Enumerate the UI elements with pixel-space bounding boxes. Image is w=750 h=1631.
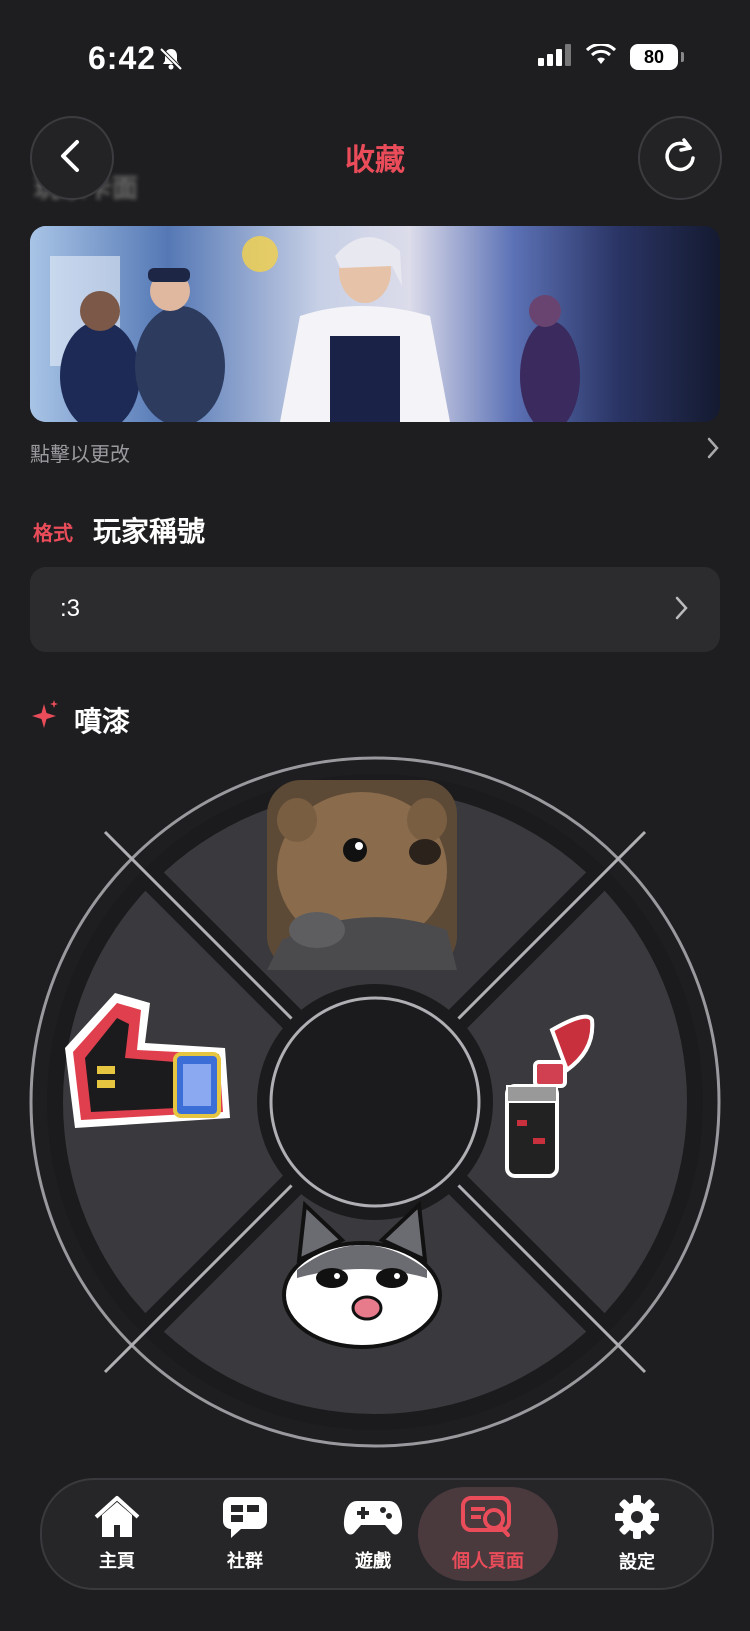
spray-slot-top[interactable] (267, 780, 457, 974)
status-indicators: 80 (538, 42, 684, 70)
player-card-banner[interactable] (30, 226, 720, 422)
gamepad-icon (343, 1495, 403, 1543)
nav-label: 遊戲 (355, 1551, 391, 1572)
battery-indicator: 80 (630, 44, 684, 70)
spray-slot-left[interactable] (55, 988, 235, 1142)
wifi-icon (585, 42, 617, 70)
chat-icon (221, 1495, 269, 1543)
nav-label: 設定 (619, 1552, 655, 1573)
refresh-button[interactable] (638, 116, 722, 200)
bottom-navigation: 主頁 社群 遊戲 個人頁面 設定 (40, 1478, 714, 1590)
spray-slot-bottom[interactable] (277, 1200, 447, 1354)
nav-home[interactable]: 主頁 (50, 1480, 184, 1588)
profile-search-icon (460, 1495, 516, 1543)
spray-heading: 噴漆 (74, 705, 131, 738)
signal-icon (538, 44, 572, 70)
chevron-right-icon (674, 595, 690, 625)
nav-label: 社群 (227, 1551, 263, 1572)
nav-label: 個人頁面 (452, 1551, 524, 1572)
nav-settings[interactable]: 設定 (570, 1480, 704, 1588)
refresh-icon (660, 136, 700, 180)
format-tag: 格式 (33, 521, 73, 545)
home-icon (92, 1495, 142, 1543)
status-time: 6:42 (88, 40, 157, 76)
chevron-right-icon[interactable] (706, 436, 720, 464)
spray-wheel (27, 754, 723, 1450)
spray-slot-right[interactable] (497, 1010, 597, 1184)
nav-label: 主頁 (99, 1551, 135, 1572)
sparkle-icon (32, 700, 60, 734)
nav-profile[interactable]: 個人頁面 (418, 1487, 558, 1581)
player-title-selector[interactable] (30, 567, 720, 652)
silent-bell-icon (158, 46, 184, 76)
gear-icon (614, 1494, 660, 1544)
player-title-heading: 玩家稱號 (93, 515, 206, 548)
change-card-hint[interactable]: 點擊以更改 (30, 438, 130, 467)
player-title-value: :3 (60, 595, 81, 622)
nav-community[interactable]: 社群 (178, 1480, 312, 1588)
